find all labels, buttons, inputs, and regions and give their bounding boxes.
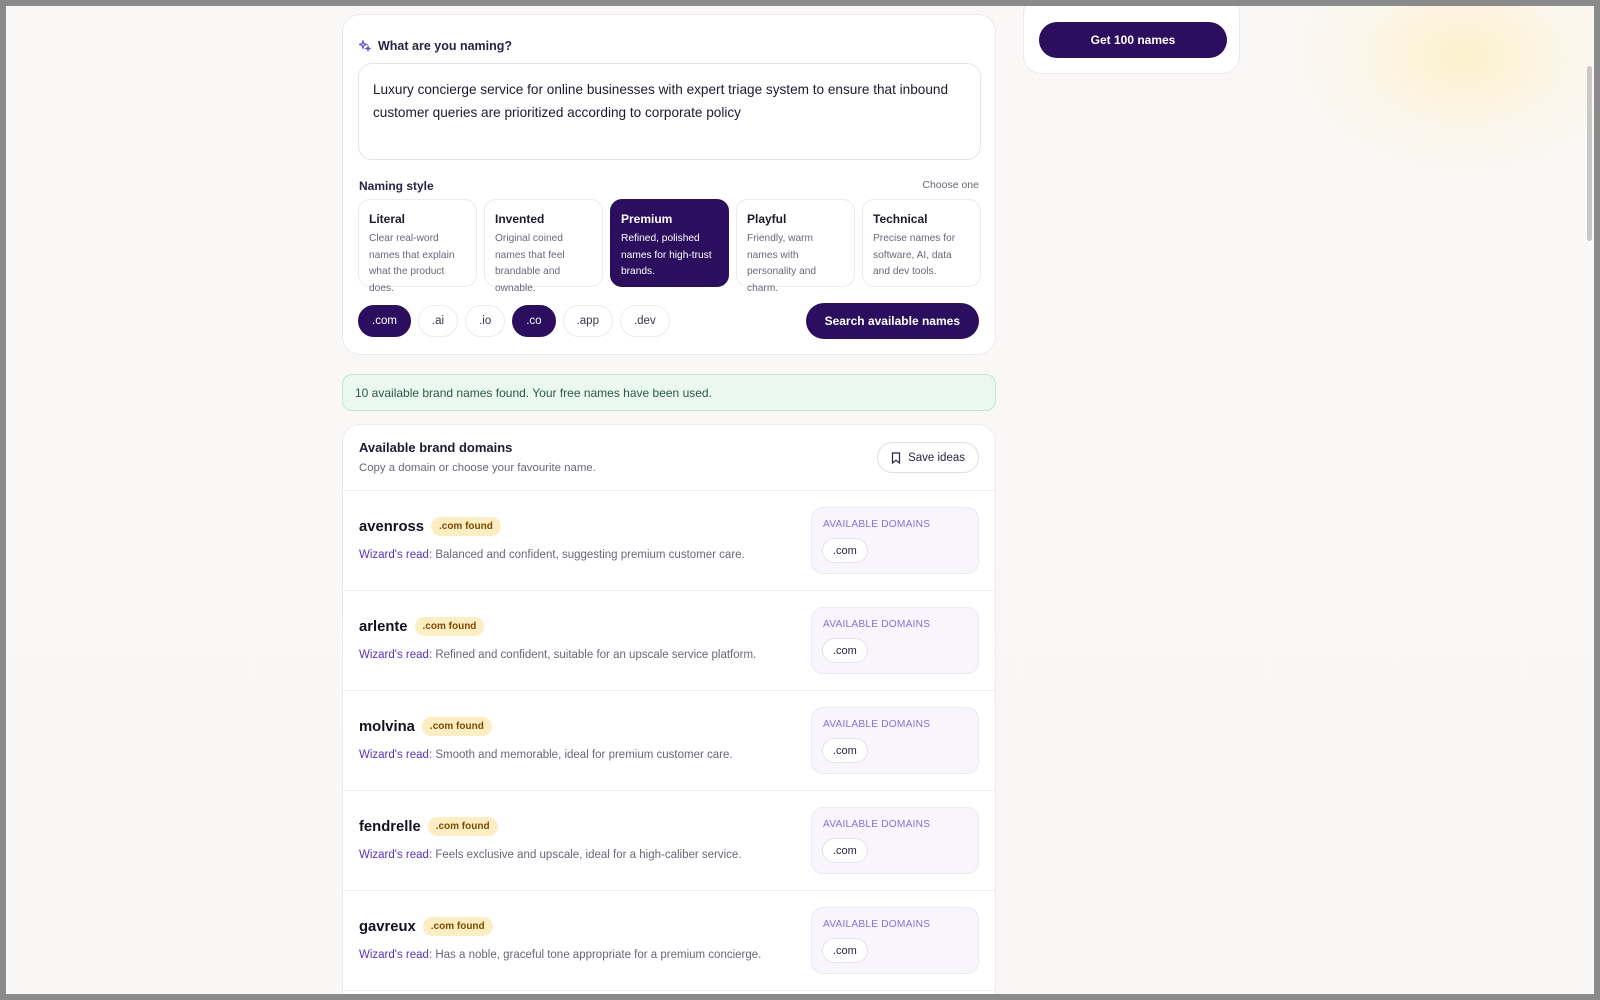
wizard-read-text: : Balanced and confident, suggesting pre… <box>428 549 745 561</box>
upgrade-card: Get 100 names <box>1023 6 1240 74</box>
question-label: What are you naming? <box>359 39 512 53</box>
wizard-read-label: Wizard's read <box>359 849 429 861</box>
brand-name[interactable]: gavreux <box>359 919 416 935</box>
available-domains-heading: AVAILABLE DOMAINS <box>823 719 931 730</box>
style-option-desc: Clear real-word names that explain what … <box>369 233 455 294</box>
available-domains-heading: AVAILABLE DOMAINS <box>823 919 931 930</box>
style-option-premium[interactable]: Premium Refined, polished names for high… <box>610 199 729 287</box>
wizard-read-text: : Refined and confident, suitable for an… <box>428 649 757 661</box>
available-domains-heading: AVAILABLE DOMAINS <box>823 819 931 830</box>
wizard-read-label: Wizard's read <box>359 949 429 961</box>
style-option-title: Invented <box>495 212 545 226</box>
style-option-desc: Friendly, warm names with personality an… <box>747 233 817 294</box>
domain-found-badge: .com found <box>427 817 498 836</box>
available-domains-heading: AVAILABLE DOMAINS <box>823 519 931 530</box>
naming-style-options: Literal Clear real-word names that expla… <box>358 199 981 294</box>
results-title: Available brand domains <box>359 440 513 455</box>
results-subtitle: Copy a domain or choose your favourite n… <box>359 462 596 474</box>
tld-chip-co[interactable]: .co <box>512 305 556 337</box>
result-row: fendrelle .com found Wizard's read: Feel… <box>343 791 995 891</box>
bookmark-icon <box>891 451 901 464</box>
style-option-title: Playful <box>747 212 787 226</box>
brand-name[interactable]: arlente <box>359 619 408 635</box>
brand-name[interactable]: avenross <box>359 519 424 535</box>
style-option-playful[interactable]: Playful Friendly, warm names with person… <box>736 199 855 294</box>
available-domains-box: AVAILABLE DOMAINS .com <box>811 907 979 974</box>
wizard-read: Wizard's read: Smooth and memorable, ide… <box>359 749 733 761</box>
app-window: What are you naming? Naming style Choose… <box>6 6 1594 994</box>
wizard-read: Wizard's read: Has a noble, graceful ton… <box>359 949 761 961</box>
wizard-read: Wizard's read: Refined and confident, su… <box>359 649 756 661</box>
domain-found-badge: .com found <box>422 917 493 936</box>
domain-chip[interactable]: .com <box>822 538 868 563</box>
style-option-title: Premium <box>621 212 673 226</box>
tld-chip-com[interactable]: .com <box>358 305 411 337</box>
wizard-read-label: Wizard's read <box>359 749 429 761</box>
tld-chip-app[interactable]: .app <box>562 305 613 337</box>
result-row: avenross .com found Wizard's read: Balan… <box>343 491 995 591</box>
save-ideas-button[interactable]: Save ideas <box>877 442 979 473</box>
domain-chip[interactable]: .com <box>822 938 868 963</box>
domain-found-badge: .com found <box>414 617 485 636</box>
scrollbar-thumb[interactable] <box>1587 66 1592 241</box>
naming-style-title: Naming style <box>359 179 434 193</box>
result-row: gavreux .com found Wizard's read: Has a … <box>343 891 995 991</box>
wizard-read-text: : Feels exclusive and upscale, ideal for… <box>428 849 742 861</box>
style-option-literal[interactable]: Literal Clear real-word names that expla… <box>358 199 477 294</box>
style-option-technical[interactable]: Technical Precise names for software, AI… <box>862 199 981 287</box>
save-ideas-label: Save ideas <box>908 451 965 464</box>
result-row: molvina .com found Wizard's read: Smooth… <box>343 691 995 791</box>
tld-selector: .com .ai .io .co .app .dev <box>358 305 670 337</box>
domain-chip[interactable]: .com <box>822 638 868 663</box>
domain-chip[interactable]: .com <box>822 738 868 763</box>
tld-chip-dev[interactable]: .dev <box>619 305 670 337</box>
tld-chip-ai[interactable]: .ai <box>417 305 459 337</box>
wizard-read-text: : Smooth and memorable, ideal for premiu… <box>428 749 733 761</box>
results-list: avenross .com found Wizard's read: Balan… <box>343 491 995 991</box>
style-option-title: Technical <box>873 212 928 226</box>
available-domains-box: AVAILABLE DOMAINS .com <box>811 707 979 774</box>
available-domains-heading: AVAILABLE DOMAINS <box>823 619 931 630</box>
brand-name[interactable]: fendrelle <box>359 819 421 835</box>
description-input[interactable] <box>358 63 981 160</box>
results-notice-text: 10 available brand names found. Your fre… <box>355 385 712 400</box>
domain-found-badge: .com found <box>430 517 501 536</box>
available-domains-box: AVAILABLE DOMAINS .com <box>811 607 979 674</box>
brand-name[interactable]: molvina <box>359 719 415 735</box>
results-notice: 10 available brand names found. Your fre… <box>342 374 996 411</box>
naming-style-hint: Choose one <box>922 179 979 191</box>
wizard-read-label: Wizard's read <box>359 549 429 561</box>
question-label-text: What are you naming? <box>378 39 513 53</box>
naming-form-card: What are you naming? Naming style Choose… <box>342 14 996 355</box>
results-card: Available brand domains Copy a domain or… <box>342 424 996 994</box>
wizard-read: Wizard's read: Balanced and confident, s… <box>359 549 745 561</box>
style-option-desc: Refined, polished names for high-trust b… <box>621 233 712 277</box>
wizard-read-label: Wizard's read <box>359 649 429 661</box>
available-domains-box: AVAILABLE DOMAINS .com <box>811 807 979 874</box>
domain-found-badge: .com found <box>421 717 492 736</box>
results-header: Available brand domains Copy a domain or… <box>343 425 995 491</box>
sparkle-icon <box>359 40 371 52</box>
domain-chip[interactable]: .com <box>822 838 868 863</box>
style-option-desc: Original coined names that feel brandabl… <box>495 233 565 294</box>
result-row: arlente .com found Wizard's read: Refine… <box>343 591 995 691</box>
style-option-desc: Precise names for software, AI, data and… <box>873 233 956 277</box>
background-glow <box>1274 6 1594 186</box>
get-100-names-button[interactable]: Get 100 names <box>1039 22 1227 58</box>
wizard-read-text: : Has a noble, graceful tone appropriate… <box>428 949 762 961</box>
wizard-read: Wizard's read: Feels exclusive and upsca… <box>359 849 742 861</box>
tld-chip-io[interactable]: .io <box>465 305 506 337</box>
search-names-button[interactable]: Search available names <box>805 303 979 339</box>
style-option-title: Literal <box>369 212 406 226</box>
available-domains-box: AVAILABLE DOMAINS .com <box>811 507 979 574</box>
style-option-invented[interactable]: Invented Original coined names that feel… <box>484 199 603 294</box>
